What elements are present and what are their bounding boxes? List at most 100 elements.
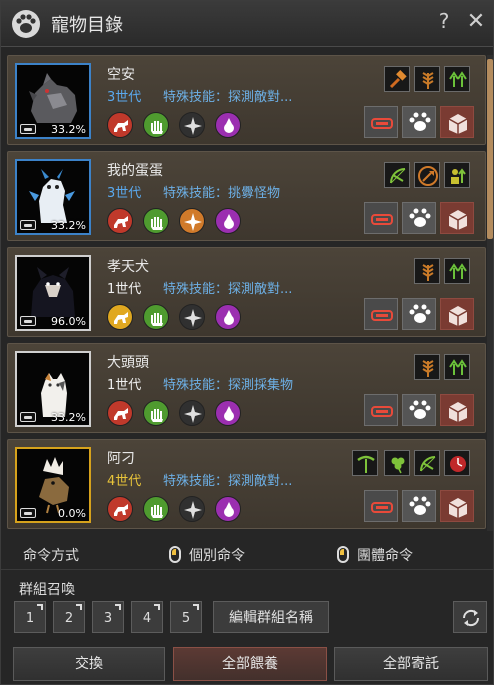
pet-info-button[interactable] (402, 394, 436, 426)
pet-card[interactable]: 0.0% 阿刁 4世代 特殊技能：探測敵對... (7, 439, 486, 529)
scrollbar[interactable] (487, 55, 493, 531)
hand-icon[interactable] (143, 496, 169, 522)
red-clock-icon[interactable] (444, 450, 470, 476)
corner-mark-icon (193, 604, 199, 610)
feed-button[interactable] (364, 298, 398, 330)
bow-icon[interactable] (384, 162, 410, 188)
pet-card[interactable]: 96.0% 孝天犬 1世代 特殊技能：探測敵對... (7, 247, 486, 337)
wheat-icon[interactable] (414, 66, 440, 92)
dog-run-icon[interactable] (107, 496, 133, 522)
individual-command-button[interactable]: 個別命令 (189, 545, 245, 565)
drop-icon[interactable] (215, 304, 241, 330)
pet-list-window: 寵物目錄 ? ✕ 33.2% 空安 3世代 特殊技能：探測敵對... 33.2%… (0, 0, 494, 685)
pet-portrait[interactable]: 0.0% (15, 447, 91, 523)
hammer-icon[interactable] (384, 66, 410, 92)
rename-group-button[interactable]: 編輯群組名稱 (213, 601, 329, 633)
hand-icon[interactable] (143, 304, 169, 330)
group-slot-button[interactable]: 2 (53, 601, 85, 633)
pet-portrait[interactable]: 33.2% (15, 351, 91, 427)
swap-button[interactable]: 交換 (13, 647, 165, 681)
pet-info-button[interactable] (402, 490, 436, 522)
pet-name: 我的蛋蛋 (107, 163, 163, 179)
return-pet-button[interactable] (440, 202, 474, 234)
food-bowl-icon (20, 316, 36, 326)
divider (1, 569, 493, 570)
dog-run-icon[interactable] (107, 304, 133, 330)
compass-icon[interactable] (179, 304, 205, 330)
axe-icon[interactable] (414, 162, 440, 188)
group-slot-button[interactable]: 4 (131, 601, 163, 633)
compass-icon[interactable] (179, 112, 205, 138)
pet-portrait[interactable]: 96.0% (15, 255, 91, 331)
group-slot-button[interactable]: 1 (14, 601, 46, 633)
hand-icon[interactable] (143, 400, 169, 426)
hand-icon[interactable] (143, 112, 169, 138)
pet-portrait[interactable]: 33.2% (15, 63, 91, 139)
deposit-all-button[interactable]: 全部寄託 (334, 647, 488, 681)
feed-all-button[interactable]: 全部餵養 (173, 647, 327, 681)
pet-name: 大頭頭 (107, 355, 149, 371)
arrow-up-icon[interactable] (444, 258, 470, 284)
corner-mark-icon (76, 604, 82, 610)
pet-name: 空安 (107, 67, 135, 83)
feed-button[interactable] (364, 202, 398, 234)
help-button[interactable]: ? (433, 9, 455, 33)
clover-icon[interactable] (384, 450, 410, 476)
scroll-thumb[interactable] (487, 59, 493, 239)
pet-special-skill: 特殊技能：探測敵對... (163, 474, 293, 489)
hand-icon[interactable] (143, 208, 169, 234)
pet-generation: 1世代 (107, 378, 142, 393)
compass-icon[interactable] (179, 496, 205, 522)
pet-info-button[interactable] (402, 298, 436, 330)
pet-info-button[interactable] (402, 202, 436, 234)
pet-card[interactable]: 33.2% 我的蛋蛋 3世代 特殊技能：挑釁怪物 (7, 151, 486, 241)
pet-special-skill: 特殊技能：挑釁怪物 (163, 186, 281, 201)
refresh-icon (462, 609, 480, 627)
group-slot-button[interactable]: 5 (170, 601, 202, 633)
corner-mark-icon (115, 604, 121, 610)
group-slot-button[interactable]: 3 (92, 601, 124, 633)
window-title: 寵物目錄 (51, 15, 123, 36)
feed-button[interactable] (364, 490, 398, 522)
group-slot-number: 1 (25, 611, 35, 626)
group-command-button[interactable]: 團體命令 (357, 545, 413, 565)
arrow-up-icon[interactable] (444, 66, 470, 92)
feed-button[interactable] (364, 106, 398, 138)
hunger-percent: 96.0% (51, 315, 86, 328)
dog-run-icon[interactable] (107, 400, 133, 426)
corner-mark-icon (37, 604, 43, 610)
food-bowl-icon (20, 220, 36, 230)
drop-icon[interactable] (215, 112, 241, 138)
pickaxe-icon[interactable] (352, 450, 378, 476)
arrow-up-icon[interactable] (444, 354, 470, 380)
pet-card[interactable]: 33.2% 空安 3世代 特殊技能：探測敵對... (7, 55, 486, 145)
pet-name: 孝天犬 (107, 259, 149, 275)
pet-card[interactable]: 33.2% 大頭頭 1世代 特殊技能：探測採集物 (7, 343, 486, 433)
return-pet-button[interactable] (440, 394, 474, 426)
bow-icon[interactable] (414, 450, 440, 476)
pet-portrait[interactable]: 33.2% (15, 159, 91, 235)
drop-icon[interactable] (215, 208, 241, 234)
return-pet-button[interactable] (440, 106, 474, 138)
command-mode-label: 命令方式 (23, 548, 79, 564)
dog-run-icon[interactable] (107, 112, 133, 138)
drop-icon[interactable] (215, 496, 241, 522)
dog-run-icon[interactable] (107, 208, 133, 234)
hunger-percent: 33.2% (51, 411, 86, 424)
refresh-button[interactable] (453, 601, 487, 633)
feed-button[interactable] (364, 394, 398, 426)
wheat-icon[interactable] (414, 258, 440, 284)
person-up-icon[interactable] (444, 162, 470, 188)
return-pet-button[interactable] (440, 298, 474, 330)
compass-icon[interactable] (179, 400, 205, 426)
group-slot-number: 5 (181, 611, 191, 626)
compass-icon[interactable] (179, 208, 205, 234)
title-bar[interactable]: 寵物目錄 ? ✕ (1, 1, 493, 47)
pet-info-button[interactable] (402, 106, 436, 138)
wheat-icon[interactable] (414, 354, 440, 380)
close-button[interactable]: ✕ (465, 9, 487, 34)
corner-mark-icon (154, 604, 160, 610)
return-pet-button[interactable] (440, 490, 474, 522)
mouse-icon (169, 546, 181, 563)
drop-icon[interactable] (215, 400, 241, 426)
